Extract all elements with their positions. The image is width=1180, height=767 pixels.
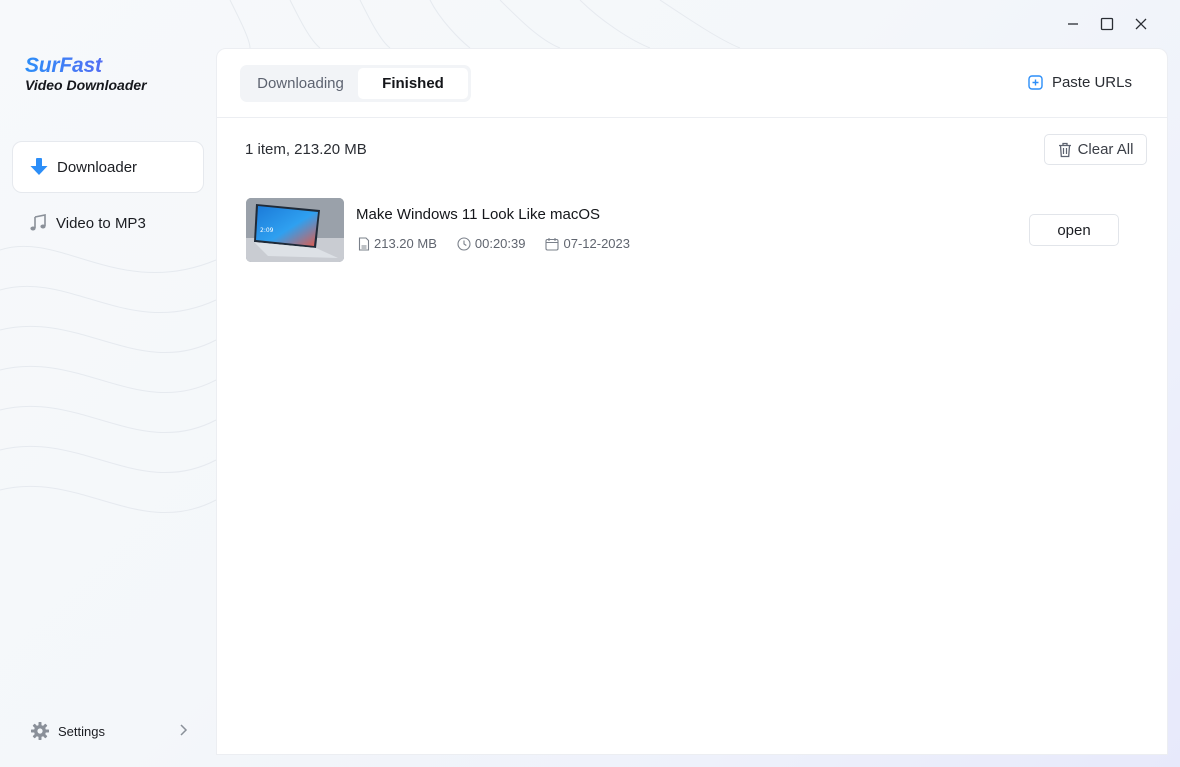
sidebar-item-video-to-mp3[interactable]: Video to MP3 bbox=[12, 197, 204, 249]
file-icon bbox=[358, 236, 370, 251]
brand-name: SurFast bbox=[25, 54, 147, 78]
list-summary: 1 item, 213.20 MB bbox=[245, 141, 367, 158]
settings-button[interactable]: Settings bbox=[30, 719, 190, 743]
trash-icon bbox=[1058, 142, 1072, 158]
video-duration: 00:20:39 bbox=[457, 236, 526, 251]
tab-downloading[interactable]: Downloading bbox=[243, 68, 358, 99]
close-icon bbox=[1135, 18, 1147, 30]
calendar-icon bbox=[545, 237, 560, 251]
open-button[interactable]: open bbox=[1029, 214, 1119, 246]
sidebar-item-downloader[interactable]: Downloader bbox=[12, 141, 204, 193]
tab-group: Downloading Finished bbox=[240, 65, 471, 102]
sidebar-item-label: Downloader bbox=[57, 158, 138, 176]
music-note-icon bbox=[27, 212, 49, 234]
video-thumbnail[interactable]: 2:09 bbox=[246, 198, 344, 262]
video-meta: 213.20 MB 00:20:39 07-12-2023 bbox=[358, 236, 650, 251]
paste-urls-label: Paste URLs bbox=[1051, 74, 1132, 91]
brand-subtitle: Video Downloader bbox=[25, 77, 147, 93]
brand-logo: SurFast Video Downloader bbox=[25, 54, 147, 93]
maximize-icon bbox=[1100, 17, 1114, 31]
clear-all-button[interactable]: Clear All bbox=[1044, 134, 1147, 165]
video-duration-value: 00:20:39 bbox=[474, 236, 526, 251]
main-topbar: Downloading Finished Paste URLs bbox=[217, 49, 1167, 118]
plus-square-icon bbox=[1028, 75, 1043, 90]
clear-all-label: Clear All bbox=[1077, 141, 1134, 158]
download-arrow-icon bbox=[28, 156, 50, 178]
maximize-button[interactable] bbox=[1090, 12, 1124, 36]
gear-icon bbox=[30, 721, 50, 741]
minimize-icon bbox=[1068, 23, 1078, 25]
close-button[interactable] bbox=[1124, 12, 1158, 36]
minimize-button[interactable] bbox=[1056, 12, 1090, 36]
sidebar-nav: Downloader Video to MP3 bbox=[12, 141, 204, 253]
sidebar-item-label: Video to MP3 bbox=[56, 214, 146, 232]
video-size-value: 213.20 MB bbox=[374, 236, 437, 251]
video-date: 07-12-2023 bbox=[545, 236, 630, 251]
video-size: 213.20 MB bbox=[358, 236, 437, 251]
main-panel: Downloading Finished Paste URLs 1 item, … bbox=[216, 48, 1168, 755]
thumbnail-clock-icon: 2:09 bbox=[260, 227, 274, 234]
video-title: Make Windows 11 Look Like macOS bbox=[356, 206, 600, 223]
chevron-right-icon bbox=[176, 723, 190, 740]
settings-label: Settings bbox=[58, 723, 105, 739]
video-date-value: 07-12-2023 bbox=[563, 236, 630, 251]
tab-finished[interactable]: Finished bbox=[358, 68, 468, 99]
paste-urls-button[interactable]: Paste URLs bbox=[1028, 74, 1132, 91]
window-controls bbox=[1056, 12, 1158, 36]
clock-icon bbox=[457, 236, 471, 251]
list-item: 2:09 Make Windows 11 Look Like macOS 213… bbox=[246, 198, 1126, 264]
